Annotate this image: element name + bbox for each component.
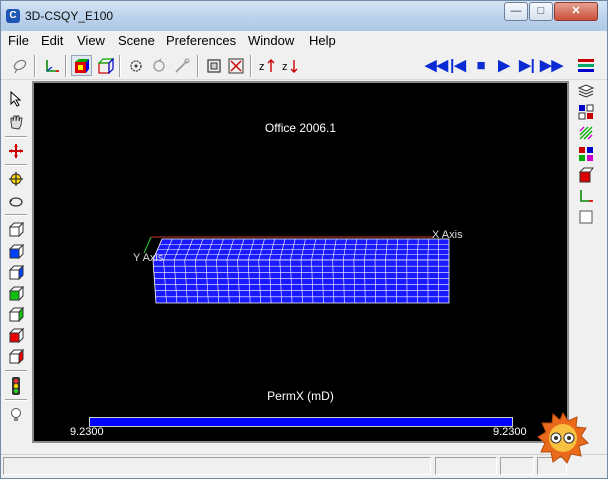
color-cube-icon[interactable] [71,55,92,76]
status-bar [1,454,607,478]
menu-preferences[interactable]: Preferences [166,33,236,48]
traffic-light-icon[interactable] [5,376,27,396]
cube-red-face-icon[interactable] [5,347,27,367]
orbit-icon[interactable] [125,55,146,76]
lasso-icon[interactable] [9,55,30,76]
minimize-button[interactable]: — [504,2,528,21]
toolbar-separator [119,55,121,77]
toolbar-separator [5,370,27,372]
grid-colors-icon[interactable] [575,102,597,122]
menu-file[interactable]: File [8,33,29,48]
cube-green-icon[interactable] [5,284,27,304]
menu-bar: File Edit View Scene Preferences Window … [1,31,607,51]
cube-outline-icon[interactable] [5,220,27,240]
toolbar-separator [65,55,67,77]
status-pane-main [3,457,431,475]
title-bar[interactable]: C 3D-CSQY_E100 — □ ✕ [1,1,607,31]
wand-off-icon[interactable] [171,55,192,76]
bulb-icon[interactable] [5,405,27,425]
legend-title: PermX (mD) [267,389,334,403]
toolbar-separator [5,214,27,216]
app-icon[interactable]: C [6,9,20,23]
toolbar-separator [5,164,27,166]
step-forward-button[interactable]: ▶| [517,56,537,76]
maximize-button[interactable]: □ [529,2,553,21]
orbit-alt-icon[interactable] [148,55,169,76]
reservoir-grid-model[interactable] [34,83,567,441]
toolbar-separator [250,55,252,77]
blank-box-icon[interactable] [575,207,597,227]
sort-z-desc-icon[interactable]: z [280,55,301,76]
menu-view[interactable]: View [77,33,105,48]
fit-view-icon[interactable] [225,55,246,76]
3d-viewport[interactable]: Office 2006.1 X Axis Y Axis PermX (mD) 9… [34,83,567,441]
toolbar-separator [5,136,27,138]
svg-text:z: z [282,61,288,73]
cube-green-face-icon[interactable] [5,305,27,325]
wire-cube-icon[interactable] [95,55,116,76]
play-button[interactable]: ▶ [494,56,514,76]
corner-logo-badge [537,411,589,464]
legend-colorbar [89,417,513,427]
viewport-frame: Office 2006.1 X Axis Y Axis PermX (mD) 9… [32,81,569,443]
axes-icon[interactable] [41,55,62,76]
cube-red-icon[interactable] [5,326,27,346]
legend-max-value: 9.2300 [493,426,527,438]
move-red-icon[interactable] [5,141,27,161]
application-window: C 3D-CSQY_E100 — □ ✕ File Edit View Scen… [0,0,608,479]
sort-z-asc-icon[interactable]: z [257,55,278,76]
status-pane-3 [500,457,534,475]
layers-icon[interactable] [575,81,597,101]
stop-button[interactable]: ■ [471,56,491,76]
frame-icon[interactable] [203,55,224,76]
rewind-button[interactable]: ◀◀ [425,56,448,76]
menu-help[interactable]: Help [309,33,336,48]
rotate-icon[interactable] [5,192,27,212]
toolbar-separator [34,55,36,77]
mesh-icon[interactable] [575,123,597,143]
main-toolbar: z z ◀◀ |◀ ■ ▶ ▶| ▶▶ [1,52,607,80]
toolbar-separator [197,55,199,77]
cube-blue-icon[interactable] [5,242,27,262]
svg-text:z: z [259,61,265,73]
x-axis-label: X Axis [432,229,463,241]
pointer-icon[interactable] [5,89,27,109]
fast-forward-button[interactable]: ▶▶ [540,56,563,76]
close-button[interactable]: ✕ [554,2,598,21]
toolbar-separator [5,399,27,401]
move-yellow-icon[interactable] [5,169,27,189]
window-title: 3D-CSQY_E100 [25,9,114,23]
cube-blue-face-icon[interactable] [5,263,27,283]
menu-edit[interactable]: Edit [41,33,63,48]
grid-block [152,238,450,304]
bars-stack-icon[interactable] [575,55,596,76]
menu-window[interactable]: Window [248,33,294,48]
axes-small-icon[interactable] [575,186,597,206]
status-pane-2 [435,457,497,475]
menu-scene[interactable]: Scene [118,33,155,48]
red-block-icon[interactable] [575,165,597,185]
y-axis-label: Y Axis [133,252,164,264]
step-back-button[interactable]: |◀ [448,56,468,76]
hand-pan-icon[interactable] [5,112,27,132]
y-axis-line [143,236,152,254]
legend-min-value: 9.2300 [70,426,104,438]
cubes-colored-icon[interactable] [575,144,597,164]
